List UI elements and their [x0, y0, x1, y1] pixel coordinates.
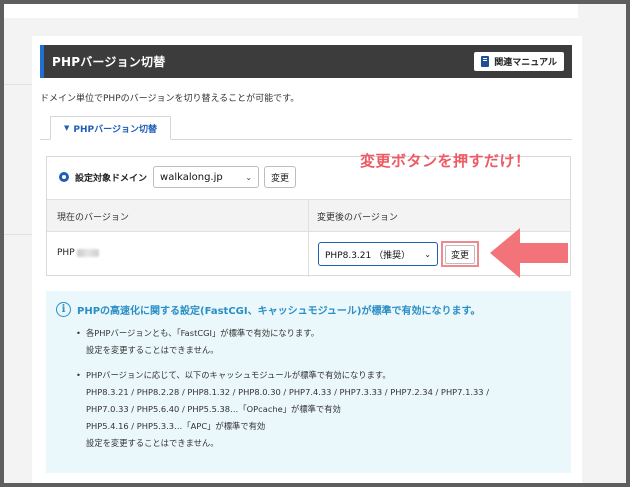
column-new-version: 変更後のバージョン [317, 213, 398, 223]
list-item: PHPバージョンに応じて、以下のキャッシュモジュールが標準で有効になります。 [76, 367, 561, 384]
chevron-down-icon: ⌄ [424, 249, 431, 259]
version-select[interactable]: PHP8.3.21 （推奨） ⌄ [318, 242, 438, 266]
book-icon [481, 56, 490, 67]
info-title-text: PHPの高速化に関する設定(FastCGI、キャッシュモジュール)が標準で有効に… [77, 306, 481, 317]
screenshot-frame: PHPバージョン切替 関連マニュアル ドメイン単位でPHPのバージョンを切り替え… [4, 4, 626, 483]
domain-select[interactable]: walkalong.jp ⌄ [153, 166, 260, 188]
manual-button[interactable]: 関連マニュアル [474, 52, 564, 71]
gutter-divider [4, 84, 32, 85]
page-header: PHPバージョン切替 関連マニュアル [40, 45, 572, 78]
page-description: ドメイン単位でPHPのバージョンを切り替えることが可能です。 [40, 94, 300, 104]
gutter-divider [4, 234, 32, 235]
list-item-sub: 設定を変更することはできません。 [86, 345, 219, 355]
domain-change-button[interactable]: 変更 [264, 166, 297, 188]
info-box: i PHPの高速化に関する設定(FastCGI、キャッシュモジュール)が標準で有… [46, 291, 571, 473]
list-gap [76, 359, 561, 367]
current-version: PHP [57, 248, 99, 258]
top-strip [4, 4, 578, 18]
list-item-sub: PHP5.4.16 / PHP5.3.3…「APC」が標準で有効 [86, 421, 266, 431]
current-version-prefix: PHP [57, 248, 75, 258]
info-list: 各PHPバージョンとも、「FastCGI」が標準で有効になります。 設定を変更す… [76, 325, 561, 452]
info-title: i PHPの高速化に関する設定(FastCGI、キャッシュモジュール)が標準で有… [56, 302, 480, 317]
list-item-sub: PHP7.0.33 / PHP5.6.40 / PHP5.5.38…「OPcac… [86, 404, 341, 414]
column-current-version: 現在のバージョン [57, 213, 129, 223]
chevron-down-icon: ⌄ [245, 172, 253, 182]
list-item-sub: PHP8.3.21 / PHP8.2.28 / PHP8.1.32 / PHP8… [86, 387, 490, 397]
version-select-value: PHP8.3.21 （推奨） [325, 250, 411, 261]
list-item: 各PHPバージョンとも、「FastCGI」が標準で有効になります。 [76, 325, 561, 342]
blurred-version [76, 249, 99, 257]
manual-button-label: 関連マニュアル [494, 58, 557, 68]
target-domain-radio[interactable] [59, 172, 69, 182]
highlight-box: 変更 [441, 241, 479, 267]
target-domain-label: 設定対象ドメイン [75, 173, 148, 184]
version-change-button[interactable]: 変更 [445, 244, 475, 264]
annotation-text: 変更ボタンを押すだけ！ [360, 152, 531, 170]
list-item-sub: 設定を変更することはできません。 [86, 438, 219, 448]
chevron-down-icon: ▼ [64, 124, 70, 132]
domain-select-value: walkalong.jp [160, 171, 223, 183]
info-icon: i [56, 302, 71, 317]
page-title: PHPバージョン切替 [52, 55, 166, 69]
tab-php-version[interactable]: ▼ PHPバージョン切替 [50, 116, 171, 140]
tab-label: PHPバージョン切替 [73, 124, 157, 135]
pointer-arrow-icon [490, 228, 568, 278]
